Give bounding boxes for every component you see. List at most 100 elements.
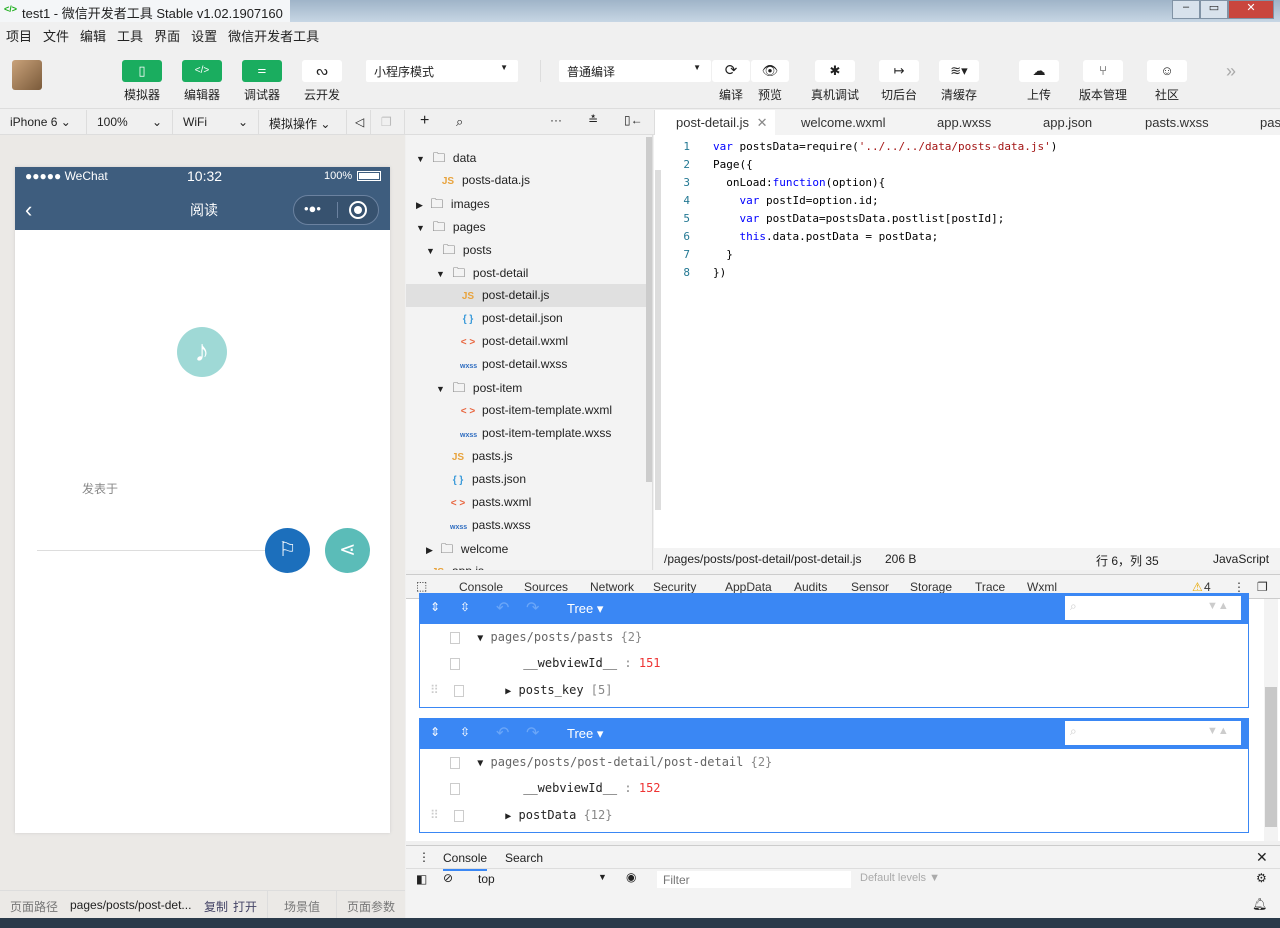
file-item[interactable]: wxss post-detail.wxss <box>406 353 646 376</box>
code-editor[interactable]: 1 var postsData=require('../../../data/po… <box>654 135 1280 548</box>
chevron-down-icon[interactable]: ▼ <box>416 223 425 233</box>
music-icon[interactable]: ♪ <box>177 327 227 377</box>
filter-input[interactable] <box>657 871 851 888</box>
expand-all-icon[interactable]: ⇕ <box>430 600 440 614</box>
share-icon[interactable]: ⋖ <box>325 528 370 573</box>
close-button[interactable]: ✕ <box>1228 0 1274 19</box>
layers-icon[interactable]: ≋▾ <box>939 60 979 82</box>
sound-icon[interactable]: ◁ <box>347 110 371 135</box>
menu-file[interactable]: 文件 <box>37 22 74 45</box>
file-item[interactable]: < > post-item-template.wxml <box>406 399 646 422</box>
eye-icon[interactable]: 👁 <box>751 60 789 82</box>
tab-console[interactable]: Console <box>459 580 503 594</box>
tree-row[interactable]: ▼ pages/posts/post-detail/post-detail {2… <box>450 749 772 775</box>
network-select[interactable]: WiFi ⌄ <box>173 110 259 135</box>
settings-gear-icon[interactable]: ⚙ <box>1256 871 1267 885</box>
folder-item[interactable]: ▼ 🗀︎ data <box>406 146 646 169</box>
editor-tab-active[interactable]: post-detail.js ✕ <box>655 110 775 135</box>
file-item[interactable]: JS posts-data.js <box>406 169 646 192</box>
tree-row[interactable]: __webviewId__ : 151 <box>450 650 661 676</box>
file-item[interactable]: JS pasts.js <box>406 445 646 468</box>
view-mode-select[interactable]: Tree ▾ <box>567 601 603 617</box>
chevron-right-icon[interactable]: ▶ <box>426 545 433 555</box>
folder-item[interactable]: ▼ 🗀︎ posts <box>406 238 646 261</box>
switch-background-icon[interactable]: ↦ <box>879 60 919 82</box>
redo-icon[interactable]: ↷ <box>526 598 539 618</box>
folder-item[interactable]: ▶ 🗀︎ welcome <box>406 537 646 560</box>
compile-mode-select[interactable]: 普通编译 ▼ <box>559 60 711 82</box>
folder-item[interactable]: ▼ 🗀︎ post-detail <box>406 261 646 284</box>
debugger-icon[interactable]: ⚌ <box>242 60 282 82</box>
editor-tab[interactable]: welcome.wxml <box>801 110 886 135</box>
close-tab-icon[interactable]: ✕ <box>757 115 768 130</box>
warning-icon[interactable]: ⚠ <box>1192 580 1203 594</box>
minimize-button[interactable]: – <box>1172 0 1200 19</box>
file-item[interactable]: wxss post-item-template.wxss <box>406 422 646 445</box>
sidebar-toggle-icon[interactable]: ◧ <box>416 872 427 886</box>
tab-trace[interactable]: Trace <box>975 580 1005 594</box>
tab-network[interactable]: Network <box>590 580 634 594</box>
editor-tab[interactable]: app.wxss <box>937 110 991 135</box>
search-box[interactable]: ⌕ ▼▲ <box>1065 596 1241 620</box>
editor-icon[interactable]: </> <box>182 60 222 82</box>
bookmark-icon[interactable]: ⚐ <box>265 528 310 573</box>
undo-icon[interactable]: ↶ <box>496 723 509 743</box>
collapse-icon[interactable]: ≛ <box>588 113 598 127</box>
editor-tab[interactable]: pasts.wxss <box>1145 110 1209 135</box>
menu-tools[interactable]: 工具 <box>111 22 148 45</box>
file-item[interactable]: wxss pasts.wxss <box>406 514 646 537</box>
device-select[interactable]: iPhone 6 ⌄ <box>0 110 87 135</box>
cursor-position[interactable]: 行 6，列 35 <box>1096 552 1159 569</box>
collapse-all-icon[interactable]: ⇳ <box>460 600 470 614</box>
view-mode-select[interactable]: Tree ▾ <box>567 726 603 742</box>
chevron-right-icon[interactable]: ▶ <box>416 200 423 210</box>
refresh-icon[interactable]: ⟳ <box>712 60 750 82</box>
redo-icon[interactable]: ↷ <box>526 723 539 743</box>
menu-edit[interactable]: 编辑 <box>74 22 111 45</box>
editor-tab[interactable]: app.json <box>1043 110 1092 135</box>
clear-console-icon[interactable]: ⊘ <box>443 871 453 885</box>
warning-count[interactable]: 4 <box>1204 580 1211 594</box>
file-item[interactable]: { } post-detail.json <box>406 307 646 330</box>
add-file-icon[interactable]: + <box>420 112 429 130</box>
capsule-button[interactable]: •●• <box>293 195 379 225</box>
file-item[interactable]: JS app.js <box>406 560 646 570</box>
folder-item[interactable]: ▶ 🗀︎ images <box>406 192 646 215</box>
file-item[interactable]: JS post-detail.js <box>406 284 646 307</box>
editor-tab[interactable]: pas <box>1260 110 1280 135</box>
tree-row[interactable]: ⠿ ▶ postData {12} <box>430 802 612 828</box>
file-item[interactable]: < > pasts.wxml <box>406 491 646 514</box>
menu-view[interactable]: 界面 <box>148 22 185 45</box>
chevron-down-icon[interactable]: ▼ <box>436 384 445 394</box>
upload-cloud-icon[interactable]: ☁ <box>1019 60 1059 82</box>
maximize-button[interactable]: ▭ <box>1200 0 1228 19</box>
file-item[interactable]: { } pasts.json <box>406 468 646 491</box>
undo-icon[interactable]: ↶ <box>496 598 509 618</box>
chevron-down-icon[interactable]: ▼ <box>426 246 435 256</box>
file-item[interactable]: < > post-detail.wxml <box>406 330 646 353</box>
folder-item[interactable]: ▼ 🗀︎ pages <box>406 215 646 238</box>
simulator-icon[interactable]: ▯ <box>122 60 162 82</box>
levels-select[interactable]: Default levels ▼ <box>860 872 940 884</box>
tab-sensor[interactable]: Sensor <box>851 580 889 594</box>
mode-select[interactable]: 小程序模式 ▼ <box>366 60 518 82</box>
tab-sources[interactable]: Sources <box>524 580 568 594</box>
search-nav-icon[interactable]: ▼▲ <box>1207 600 1229 612</box>
toggle-sidebar-icon[interactable]: ▯← <box>624 113 643 127</box>
tab-security[interactable]: Security <box>653 580 696 594</box>
close-capsule-icon[interactable] <box>349 201 367 219</box>
tree-row[interactable]: __webviewId__ : 152 <box>450 775 661 801</box>
tab-storage[interactable]: Storage <box>910 580 952 594</box>
context-select[interactable]: top <box>478 872 495 886</box>
drawer-tab-search[interactable]: Search <box>505 851 543 865</box>
ops-select[interactable]: 模拟操作 ⌄ <box>259 110 347 135</box>
inspect-icon[interactable]: ⬚ <box>416 579 427 593</box>
window-icon[interactable]: ❐ <box>371 110 405 135</box>
expand-all-icon[interactable]: ⇕ <box>430 725 440 739</box>
tab-wxml[interactable]: Wxml <box>1027 580 1057 594</box>
menu-devtools[interactable]: 微信开发者工具 <box>222 22 324 45</box>
menu-settings[interactable]: 设置 <box>185 22 222 45</box>
chevron-down-icon[interactable]: ▼ <box>436 269 445 279</box>
scrollbar[interactable] <box>1264 599 1278 841</box>
bug-icon[interactable]: ✱ <box>815 60 855 82</box>
